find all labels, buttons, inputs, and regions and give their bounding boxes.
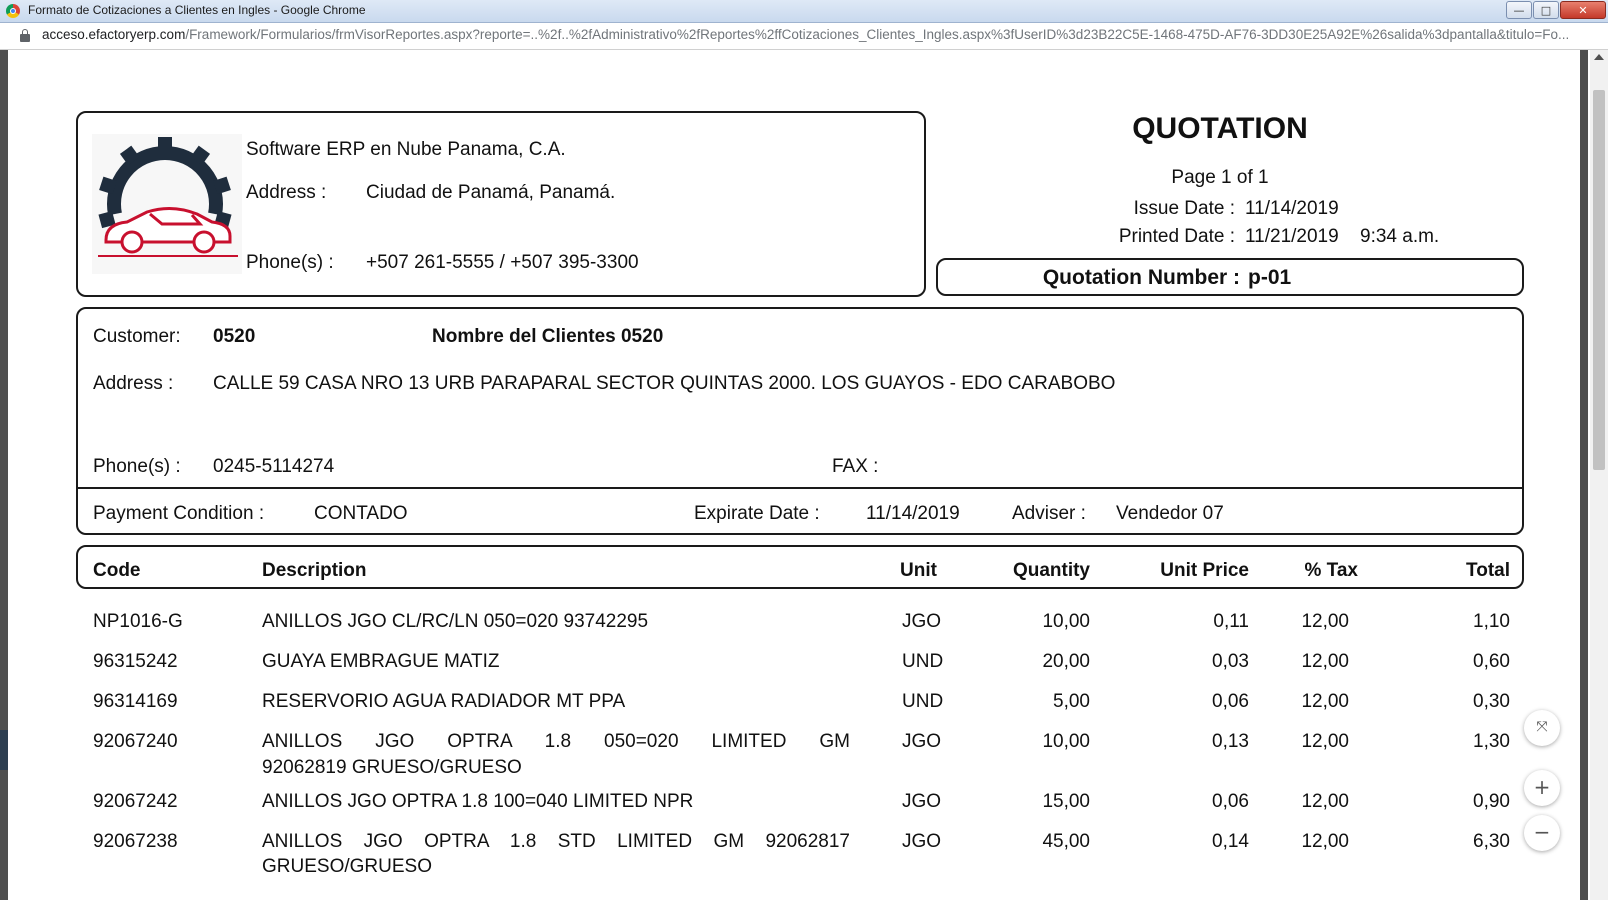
issue-date-label: Issue Date : (1133, 198, 1235, 219)
customer-label: Customer: (93, 326, 181, 347)
row-total: 0,60 (1473, 651, 1510, 672)
window-title: Formato de Cotizaciones a Clientes en In… (28, 3, 366, 17)
row-description: RESERVORIO AGUA RADIADOR MT PPA (262, 691, 626, 712)
expiration-date-label: Expirate Date : (694, 503, 820, 524)
row-quantity: 10,00 (1042, 731, 1090, 752)
printed-date-label: Printed Date : (1118, 226, 1235, 247)
row-quantity: 20,00 (1042, 651, 1090, 672)
minimize-button[interactable]: — (1506, 1, 1532, 19)
row-quantity: 10,00 (1042, 611, 1090, 632)
company-name: Software ERP en Nube Panama, C.A. (246, 139, 566, 160)
page-number: Page 1 of 1 (1171, 167, 1269, 188)
row-tax: 12,00 (1301, 691, 1349, 712)
col-header-total: Total (1466, 560, 1510, 581)
company-address-label: Address : (246, 182, 327, 203)
row-tax: 12,00 (1301, 611, 1349, 632)
row-description: ANILLOS JGO CL/RC/LN 050=020 93742295 (262, 611, 649, 632)
adviser-label: Adviser : (1012, 503, 1086, 524)
maximize-button[interactable]: □ (1533, 1, 1559, 19)
printed-time: 9:34 a.m. (1360, 226, 1440, 247)
quotation-number-label: Quotation Number : (1042, 266, 1240, 289)
url-text[interactable]: acceso.efactoryerp.com/Framework/Formula… (42, 27, 1569, 42)
lock-icon (20, 29, 30, 42)
printed-date: 11/21/2019 (1245, 226, 1339, 247)
customer-phones-label: Phone(s) : (93, 456, 181, 477)
quotation-document: Software ERP en Nube Panama, C.A. Addres… (10, 50, 1580, 900)
url-path: /Framework/Formularios/frmVisorReportes.… (185, 27, 1570, 42)
zoom-out-button[interactable]: − (1524, 815, 1560, 851)
row-quantity: 5,00 (1053, 691, 1090, 712)
company-phones: +507 261-5555 / +507 395-3300 (366, 252, 639, 273)
customer-divider (77, 487, 1523, 489)
row-total: 6,30 (1473, 831, 1510, 852)
row-unit: JGO (902, 791, 942, 812)
expiration-date: 11/14/2019 (866, 503, 960, 524)
row-code: 96314169 (93, 691, 178, 712)
row-code: 92067242 (93, 791, 178, 812)
row-unit: UND (902, 691, 944, 712)
issue-date: 11/14/2019 (1245, 198, 1339, 219)
row-quantity: 45,00 (1042, 831, 1090, 852)
row-code: NP1016-G (93, 611, 183, 632)
url-domain: acceso.efactoryerp.com (42, 27, 186, 42)
row-unit: JGO (902, 611, 942, 632)
row-description: ANILLOS JGO OPTRA 1.8 STD LIMITED GM 920… (262, 831, 850, 852)
row-tax: 12,00 (1301, 791, 1349, 812)
row-unit: UND (902, 651, 944, 672)
row-unit: JGO (902, 731, 942, 752)
row-total: 0,30 (1473, 691, 1510, 712)
row-total: 0,90 (1473, 791, 1510, 812)
row-code: 96315242 (93, 651, 178, 672)
customer-fax-label: FAX : (832, 456, 879, 477)
col-header-code: Code (93, 560, 141, 581)
row-description: ANILLOS JGO OPTRA 1.8 100=040 LIMITED NP… (262, 791, 694, 812)
gear-car-logo-icon (92, 134, 242, 274)
address-bar[interactable]: acceso.efactoryerp.com/Framework/Formula… (0, 23, 1608, 50)
close-button[interactable]: ✕ (1560, 1, 1606, 19)
row-tax: 12,00 (1301, 651, 1349, 672)
scrollbar-thumb[interactable] (1593, 90, 1605, 470)
customer-address: CALLE 59 CASA NRO 13 URB PARAPARAL SECTO… (213, 373, 1116, 394)
customer-code: 0520 (213, 326, 256, 347)
company-address: Ciudad de Panamá, Panamá. (366, 182, 616, 203)
col-header-unit: Unit (900, 560, 937, 581)
col-header-quantity: Quantity (1012, 560, 1090, 581)
customer-phones: 0245-5114274 (213, 456, 335, 477)
row-total: 1,30 (1473, 731, 1510, 752)
scroll-up-arrow-icon[interactable] (1594, 54, 1604, 60)
row-tax: 12,00 (1301, 831, 1349, 852)
payment-condition-label: Payment Condition : (93, 503, 265, 524)
adviser: Vendedor 07 (1116, 503, 1224, 524)
side-tab[interactable] (0, 730, 8, 770)
row-unit: JGO (902, 831, 942, 852)
customer-box (76, 307, 1524, 535)
left-border (0, 50, 8, 900)
row-description-cont: 92062819 GRUESO/GRUESO (262, 757, 522, 778)
row-code: 92067240 (93, 731, 178, 752)
row-quantity: 15,00 (1042, 791, 1090, 812)
company-logo (92, 134, 242, 274)
window-titlebar: Formato de Cotizaciones a Clientes en In… (0, 0, 1608, 23)
row-total: 1,10 (1473, 611, 1510, 632)
quotation-number: p-01 (1248, 266, 1292, 289)
row-description: ANILLOS JGO OPTRA 1.8 050=020 LIMITED GM (262, 731, 850, 752)
row-description: GUAYA EMBRAGUE MATIZ (262, 651, 500, 672)
company-phones-label: Phone(s) : (246, 252, 334, 273)
customer-name: Nombre del Clientes 0520 (432, 326, 664, 347)
row-description-cont: GRUESO/GRUESO (262, 856, 432, 877)
right-border (1580, 50, 1588, 900)
customer-address-label: Address : (93, 373, 174, 394)
fit-page-icon[interactable]: ⤧ (1524, 710, 1560, 746)
vertical-scrollbar[interactable] (1590, 50, 1608, 900)
col-header-description: Description (262, 560, 367, 581)
chrome-icon (6, 4, 20, 18)
payment-condition: CONTADO (314, 503, 408, 524)
row-code: 92067238 (93, 831, 178, 852)
col-header-tax: % Tax (1304, 560, 1358, 581)
row-tax: 12,00 (1301, 731, 1349, 752)
zoom-in-button[interactable]: + (1524, 770, 1560, 806)
document-title: QUOTATION (1132, 112, 1308, 145)
col-header-unit-price: Unit Price (1160, 560, 1249, 581)
